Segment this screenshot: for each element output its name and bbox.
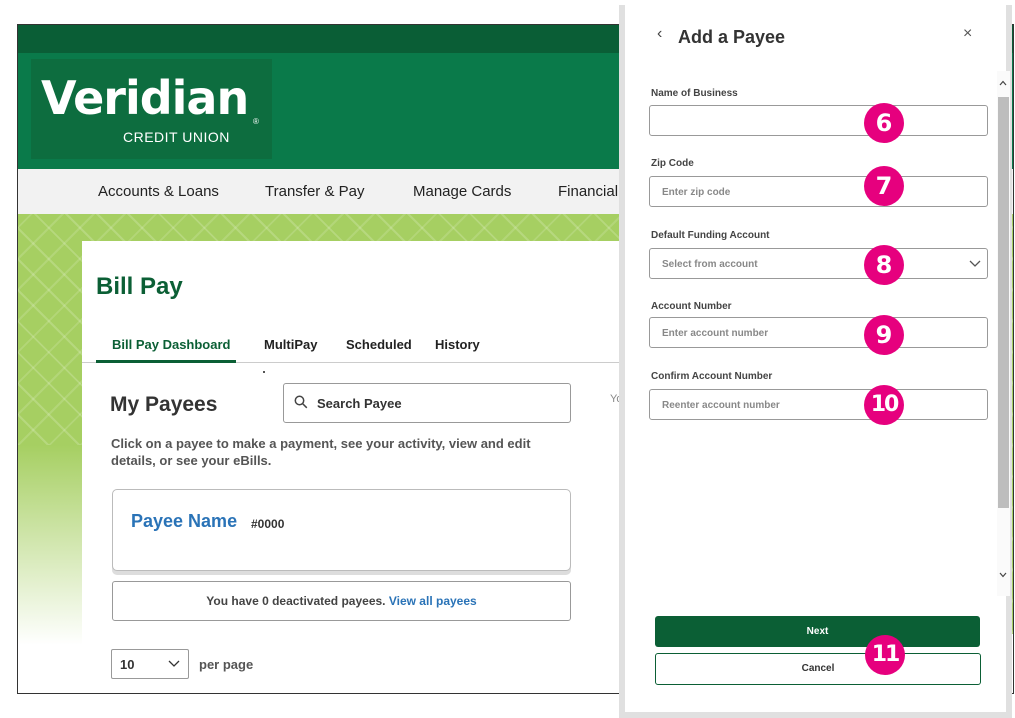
nav-item-accounts-loans[interactable]: Accounts & Loans [98,183,219,200]
search-icon [294,395,312,413]
per-page-label: per page [199,657,254,672]
panel-title: Add a Payee [678,27,786,47]
bill-pay-tabs: Bill Pay Dashboard MultiPay Scheduled Hi… [82,337,642,363]
screenshot-stage: Veridian ® CREDIT UNION Accounts & Loans… [0,0,1015,718]
account-number-label: Account Number [651,301,732,312]
payee-name-link[interactable]: Payee Name [131,511,237,532]
page-title: Bill Pay [96,273,183,300]
per-page-select[interactable]: 10 [111,649,189,679]
scroll-down-icon[interactable] [999,570,1007,581]
deactivated-payees-banner: You have 0 deactivated payees. View all … [112,581,571,621]
search-placeholder: Search Payee [317,396,402,411]
view-all-payees-link[interactable]: View all payees [389,594,477,608]
funding-account-placeholder: Select from account [662,259,758,270]
deactivated-text: You have 0 deactivated payees. [206,594,386,608]
step-badge-10: 10 [864,385,904,425]
add-payee-panel: ‹ Add a Payee × Name of Business 6 Zip C… [619,5,1012,718]
zip-code-label: Zip Code [651,158,694,169]
nav-item-transfer-pay[interactable]: Transfer & Pay [265,183,364,200]
veridian-logo[interactable]: Veridian ® CREDIT UNION [31,59,272,159]
tab-scheduled[interactable]: Scheduled [346,337,412,352]
chevron-down-icon [168,654,180,677]
confirm-account-number-field[interactable]: Reenter account number [649,389,988,420]
pattern-fade [18,445,82,645]
logo-wordmark: Veridian [41,71,249,125]
step-badge-6: 6 [864,103,904,143]
confirm-account-number-placeholder: Reenter account number [662,400,780,411]
confirm-account-number-label: Confirm Account Number [651,371,773,382]
payee-card[interactable]: Payee Name #0000 [112,489,571,571]
bill-pay-card: Bill Pay Bill Pay Dashboard MultiPay Sch… [82,241,642,693]
chevron-down-icon [969,255,981,276]
name-of-business-field[interactable] [649,105,988,136]
tab-multipay[interactable]: MultiPay [264,337,317,352]
account-number-field[interactable]: Enter account number [649,317,988,348]
scroll-up-icon[interactable] [999,78,1007,89]
next-button[interactable]: Next [655,616,980,647]
step-badge-9: 9 [864,315,904,355]
my-payees-heading: My Payees [110,393,218,416]
zip-code-field[interactable]: Enter zip code [649,176,988,207]
zip-code-placeholder: Enter zip code [662,187,731,198]
logo-registered-mark: ® [253,117,259,126]
cancel-button[interactable]: Cancel [655,653,981,685]
nav-item-manage-cards[interactable]: Manage Cards [413,183,511,200]
step-badge-11: 11 [865,635,905,675]
step-badge-7: 7 [864,166,904,206]
tab-history[interactable]: History [435,337,480,352]
search-payee-input[interactable]: Search Payee [283,383,571,423]
default-funding-account-select[interactable]: Select from account [649,248,988,279]
back-icon[interactable]: ‹ [657,25,662,43]
name-of-business-label: Name of Business [651,88,738,99]
payees-help-text: Click on a payee to make a payment, see … [111,436,531,468]
step-badge-8: 8 [864,245,904,285]
active-tab-indicator [96,360,236,363]
tab-bill-pay-dashboard[interactable]: Bill Pay Dashboard [112,337,230,352]
default-funding-account-label: Default Funding Account [651,230,770,241]
divider-dot [263,371,265,373]
account-number-placeholder: Enter account number [662,328,769,339]
scrollbar-thumb[interactable] [998,97,1009,508]
close-icon[interactable]: × [963,25,972,43]
logo-subtitle: CREDIT UNION [123,129,230,145]
payee-number: #0000 [251,517,285,531]
per-page-value: 10 [120,657,135,672]
